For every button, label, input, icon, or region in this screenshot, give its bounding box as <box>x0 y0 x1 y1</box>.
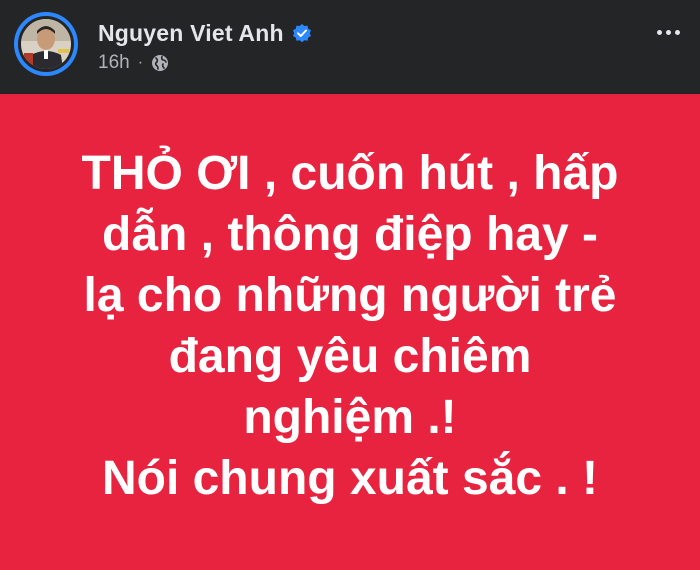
post-text-line: Nói chung xuất sắc . ! <box>101 452 599 505</box>
post-text-line: THỎ ƠI , cuốn hút , hấp <box>81 147 619 200</box>
more-options-icon <box>656 29 662 35</box>
verified-badge-icon <box>292 23 312 43</box>
avatar-ring <box>18 16 74 72</box>
globe-icon[interactable] <box>151 54 169 72</box>
post-text-line: dẫn , thông điệp hay - <box>102 208 598 261</box>
post-text-line: đang yêu chiêm <box>168 330 532 383</box>
post-meta: 16h · <box>98 51 169 75</box>
more-options-dot <box>674 29 680 35</box>
post-card: Nguyen Viet Anh 16h · THỎ ƠI , cuốn hút … <box>0 0 700 570</box>
post-time[interactable]: 16h <box>98 52 130 74</box>
author-name[interactable]: Nguyen Viet Anh <box>98 20 284 47</box>
author-row: Nguyen Viet Anh <box>98 18 312 48</box>
post-header: Nguyen Viet Anh 16h · <box>0 0 700 94</box>
avatar-photo <box>21 19 71 69</box>
post-text-line: lạ cho những người trẻ <box>83 269 617 322</box>
more-options-dot <box>665 29 671 35</box>
post-text-background: THỎ ƠI , cuốn hút , hấp dẫn , thông điệp… <box>0 94 700 570</box>
author-avatar[interactable] <box>14 12 78 76</box>
avatar-portrait-icon <box>21 19 71 69</box>
more-options-button[interactable] <box>650 20 686 44</box>
meta-separator: · <box>137 54 144 71</box>
post-text-line: nghiệm .! <box>243 391 457 444</box>
